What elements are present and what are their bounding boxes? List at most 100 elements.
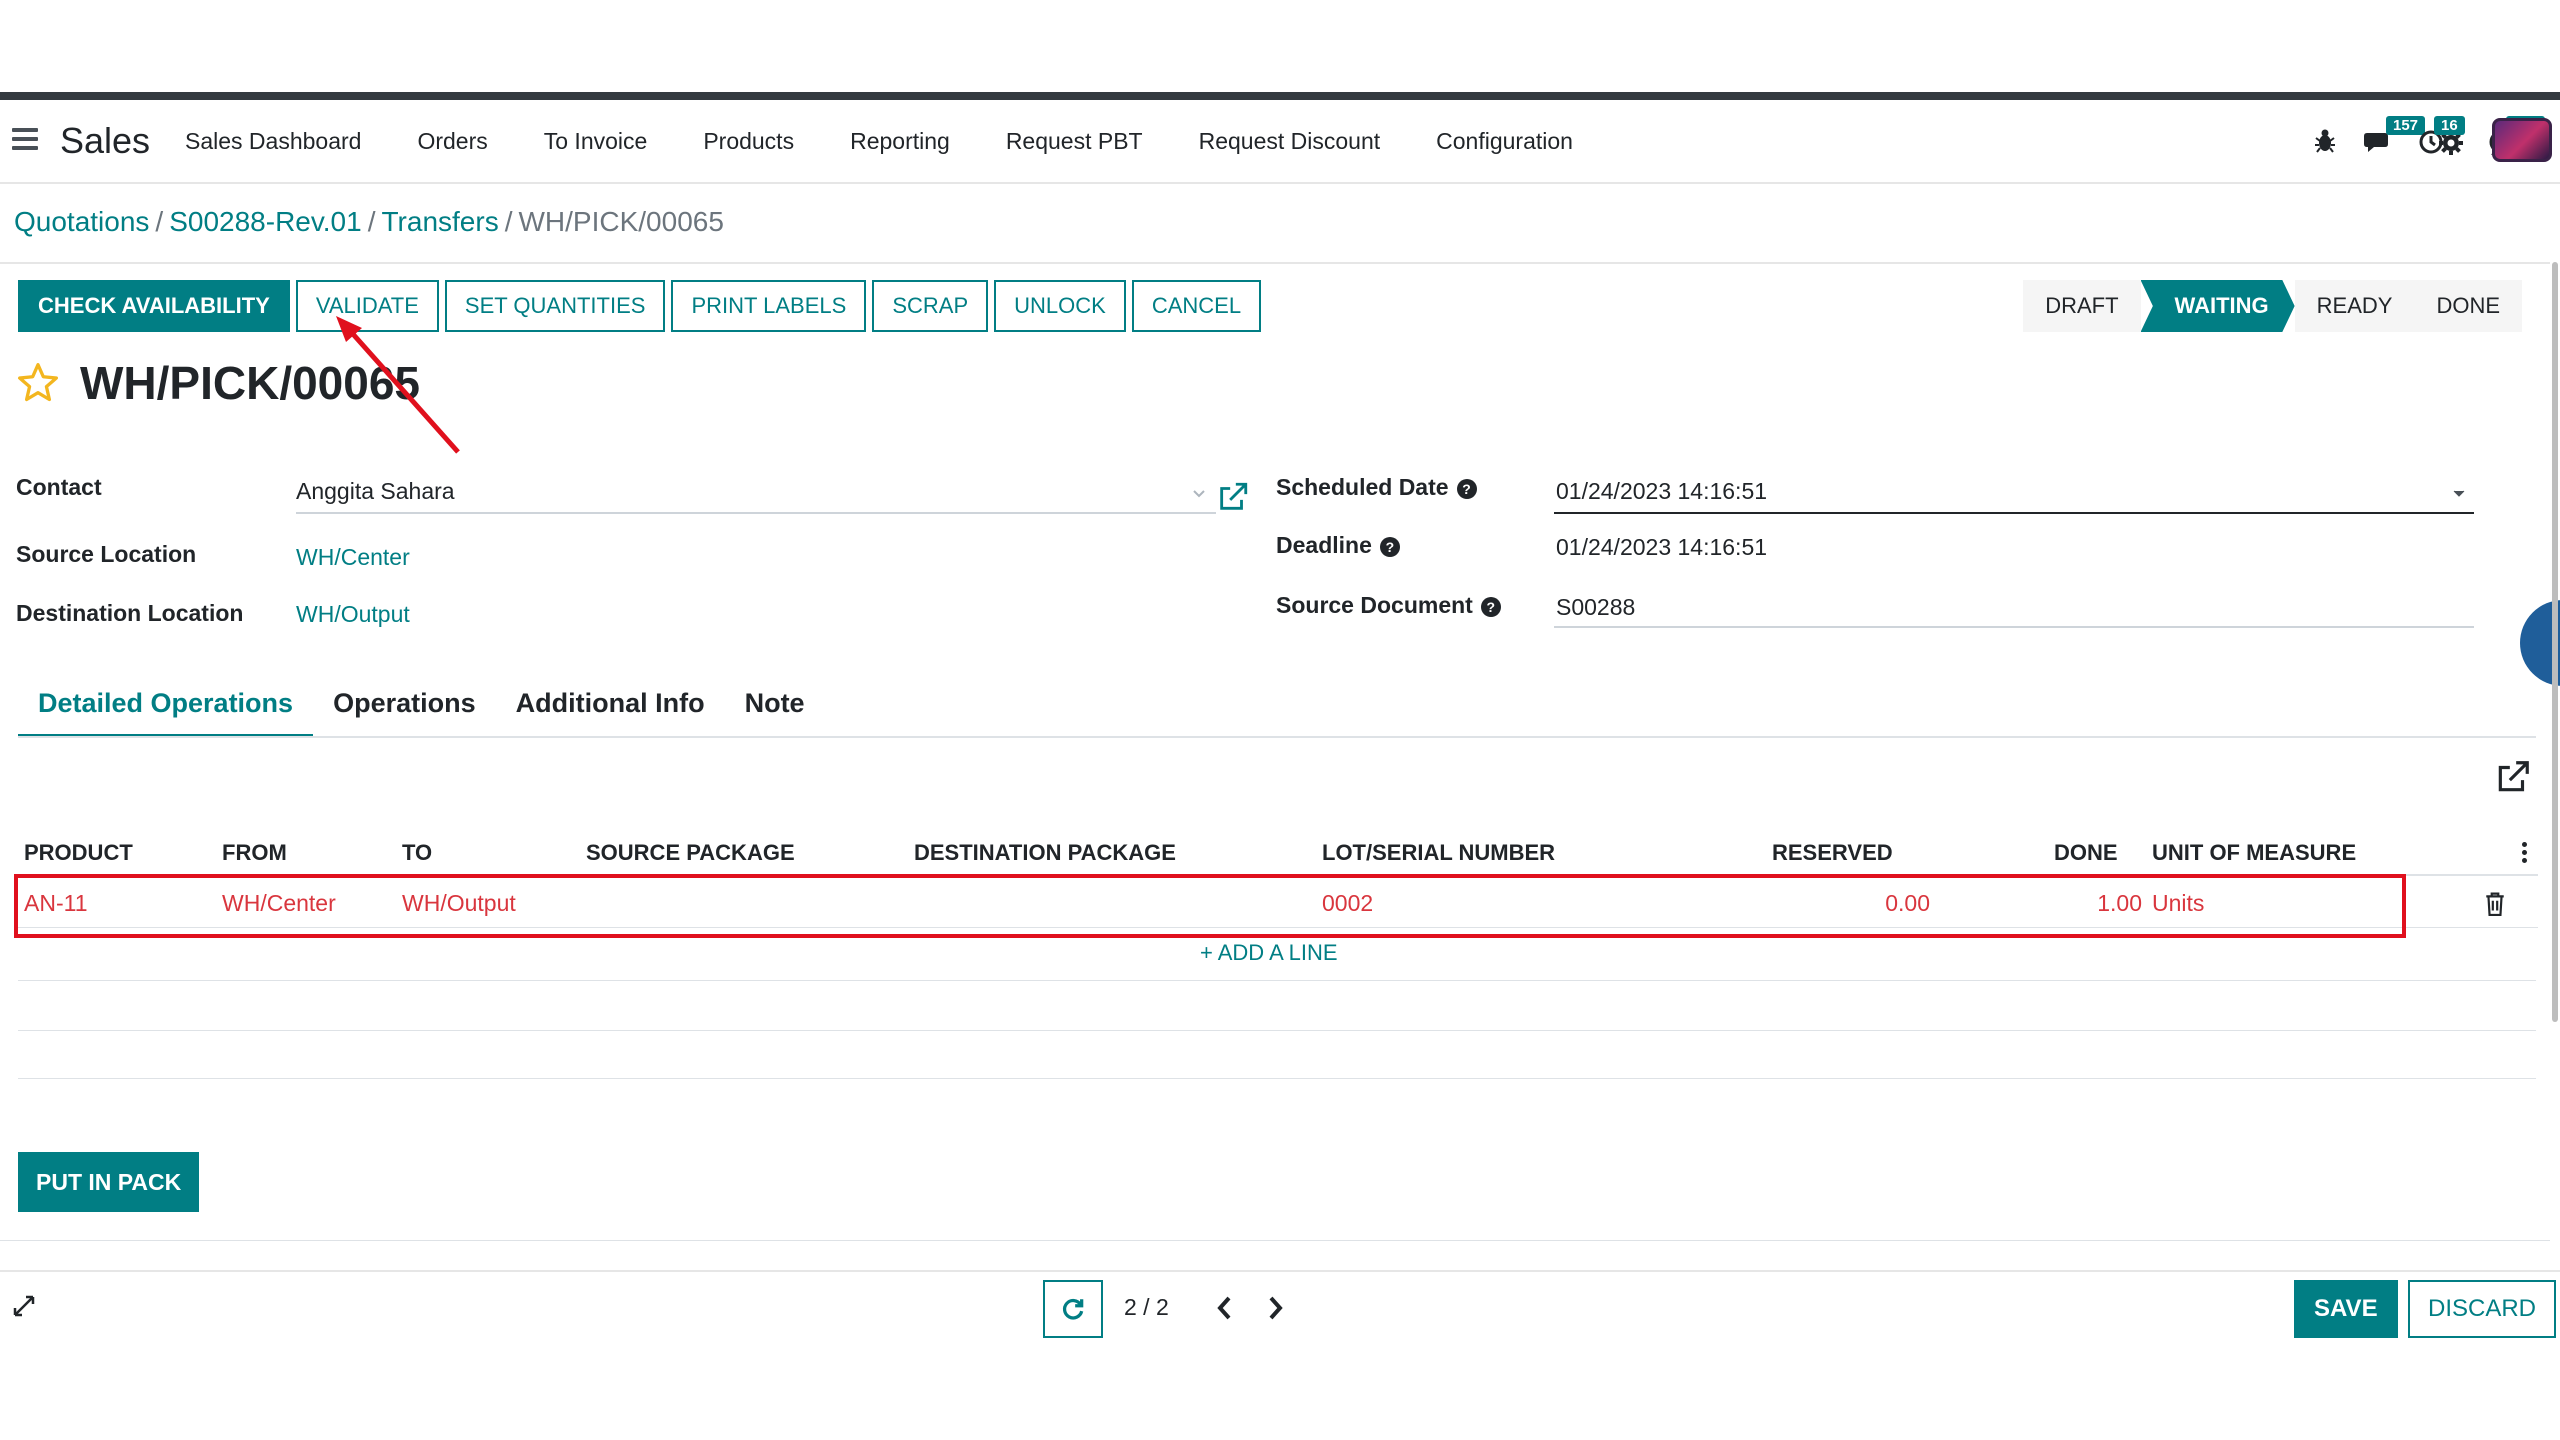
reload-button[interactable]: [1043, 1280, 1103, 1338]
scheduled-date-label: Scheduled Date?: [1276, 474, 1477, 501]
cell-from[interactable]: WH/Center: [222, 890, 336, 917]
set-quantities-button[interactable]: SET QUANTITIES: [444, 280, 666, 332]
breadcrumb-quotations[interactable]: Quotations: [14, 206, 149, 237]
status-step-draft[interactable]: DRAFT: [2023, 280, 2141, 332]
top-dark-bar: [0, 92, 2560, 100]
breadcrumb-sale-order[interactable]: S00288-Rev.01: [169, 206, 362, 237]
source-document-label-text: Source Document: [1276, 592, 1473, 618]
control-panel-divider: [0, 262, 2550, 264]
table-row[interactable]: AN-11 WH/Center WH/Output 0002 0.00 1.00…: [18, 876, 2538, 928]
nav-item-request-discount[interactable]: Request Discount: [1199, 128, 1381, 155]
source-location-link[interactable]: WH/Center: [296, 544, 410, 571]
discard-button[interactable]: DISCARD: [2408, 1280, 2557, 1338]
column-header-lot-serial-number[interactable]: LOT/SERIAL NUMBER: [1322, 840, 1555, 866]
unlock-button[interactable]: UNLOCK: [994, 280, 1126, 332]
cell-to[interactable]: WH/Output: [402, 890, 516, 917]
source-document-input[interactable]: S00288: [1556, 594, 1635, 621]
put-in-pack-button[interactable]: PUT IN PACK: [18, 1152, 200, 1212]
tab-detailed-operations[interactable]: Detailed Operations: [18, 672, 314, 738]
pager-previous-icon[interactable]: [1214, 1294, 1236, 1322]
column-header-destination-package[interactable]: DESTINATION PACKAGE: [914, 840, 1176, 866]
breadcrumb-separator: /: [155, 206, 164, 237]
contact-input-underline: [296, 512, 1216, 514]
expand-icon[interactable]: [12, 1294, 36, 1318]
scrap-button[interactable]: SCRAP: [872, 280, 989, 332]
help-icon[interactable]: ?: [1456, 478, 1477, 499]
nav-menu: Sales Dashboard Orders To Invoice Produc…: [185, 128, 1629, 155]
contact-label: Contact: [16, 474, 102, 500]
empty-row-line: [18, 980, 2536, 981]
column-header-product[interactable]: PRODUCT: [24, 840, 133, 866]
nav-item-to-invoice[interactable]: To Invoice: [544, 128, 648, 155]
detailed-operations-table: PRODUCT FROM TO SOURCE PACKAGE DESTINATI…: [18, 830, 2538, 928]
column-header-to[interactable]: TO: [402, 840, 432, 866]
status-step-done[interactable]: DONE: [2414, 280, 2522, 332]
main-navbar: Sales Sales Dashboard Orders To Invoice …: [0, 100, 2560, 184]
scheduled-date-dropdown-icon[interactable]: [2452, 488, 2466, 498]
source-document-underline: [1554, 626, 2474, 628]
status-bar: DRAFT WAITING READY DONE: [2023, 280, 2522, 332]
record-title: WH/PICK/00065: [80, 357, 421, 409]
pager-next-icon[interactable]: [1264, 1294, 1286, 1322]
check-availability-button[interactable]: CHECK AVAILABILITY: [18, 280, 290, 332]
source-location-label: Source Location: [16, 541, 197, 567]
scheduled-date-input[interactable]: 01/24/2023 14:16:51: [1556, 478, 1767, 505]
tab-additional-info[interactable]: Additional Info: [496, 672, 725, 738]
form-bottom-line: [0, 1240, 2550, 1241]
help-icon[interactable]: ?: [1480, 596, 1501, 617]
footer-divider: [0, 1270, 2560, 1272]
help-icon[interactable]: ?: [1379, 536, 1400, 557]
deadline-label: Deadline?: [1276, 532, 1400, 559]
cell-done[interactable]: 1.00: [2042, 890, 2142, 917]
breadcrumb-current: WH/PICK/00065: [518, 206, 724, 237]
destination-location-link[interactable]: WH/Output: [296, 601, 410, 628]
table-header: PRODUCT FROM TO SOURCE PACKAGE DESTINATI…: [18, 830, 2538, 876]
contact-dropdown-icon[interactable]: [1192, 488, 1206, 498]
save-button[interactable]: SAVE: [2294, 1280, 2398, 1338]
tab-operations[interactable]: Operations: [313, 672, 496, 738]
column-header-source-package[interactable]: SOURCE PACKAGE: [586, 840, 795, 866]
validate-button[interactable]: VALIDATE: [295, 280, 439, 332]
open-detail-external-icon[interactable]: [2494, 758, 2532, 796]
print-labels-button[interactable]: PRINT LABELS: [671, 280, 867, 332]
add-a-line-link[interactable]: + ADD A LINE: [1200, 940, 1338, 966]
refresh-icon: [1062, 1298, 1084, 1320]
page-scrollbar[interactable]: [2552, 262, 2558, 1022]
cell-unit-of-measure[interactable]: Units: [2152, 890, 2204, 917]
tab-note[interactable]: Note: [725, 672, 825, 738]
column-header-reserved[interactable]: RESERVED: [1772, 840, 1893, 866]
column-header-done[interactable]: DONE: [2054, 840, 2118, 866]
empty-row-line: [18, 1030, 2536, 1031]
nav-item-sales-dashboard[interactable]: Sales Dashboard: [185, 128, 361, 155]
nav-item-request-pbt[interactable]: Request PBT: [1006, 128, 1143, 155]
source-document-label: Source Document?: [1276, 592, 1501, 619]
optional-columns-icon[interactable]: [2522, 842, 2528, 864]
contact-input[interactable]: Anggita Sahara: [296, 478, 455, 505]
breadcrumb-transfers[interactable]: Transfers: [381, 206, 498, 237]
add-a-line-label: ADD A LINE: [1217, 940, 1338, 965]
column-header-from[interactable]: FROM: [222, 840, 287, 866]
status-step-waiting[interactable]: WAITING: [2140, 280, 2295, 332]
breadcrumb-separator: /: [367, 206, 376, 237]
breadcrumb-separator: /: [504, 206, 513, 237]
user-avatar[interactable]: [2492, 118, 2552, 162]
hamburger-menu-icon[interactable]: [12, 128, 38, 152]
nav-item-products[interactable]: Products: [703, 128, 794, 155]
destination-location-label: Destination Location: [16, 600, 244, 626]
status-step-ready[interactable]: READY: [2294, 280, 2415, 332]
cell-reserved: 0.00: [1885, 890, 1930, 916]
cell-lot-serial-number[interactable]: 0002: [1322, 890, 1373, 917]
app-name[interactable]: Sales: [60, 120, 150, 162]
clock-count-badge: 16: [2434, 116, 2465, 135]
nav-item-configuration[interactable]: Configuration: [1436, 128, 1573, 155]
cancel-button[interactable]: CANCEL: [1131, 280, 1262, 332]
favorite-star-icon[interactable]: [16, 361, 60, 405]
delete-row-trash-icon[interactable]: [2484, 892, 2506, 916]
pager-value[interactable]: 2 / 2: [1124, 1294, 1169, 1321]
column-header-unit-of-measure[interactable]: UNIT OF MEASURE: [2152, 840, 2356, 866]
external-link-icon[interactable]: [1216, 480, 1250, 514]
scheduled-date-underline: [1554, 512, 2474, 514]
nav-item-orders[interactable]: Orders: [417, 128, 487, 155]
nav-item-reporting[interactable]: Reporting: [850, 128, 950, 155]
cell-product[interactable]: AN-11: [24, 890, 88, 917]
